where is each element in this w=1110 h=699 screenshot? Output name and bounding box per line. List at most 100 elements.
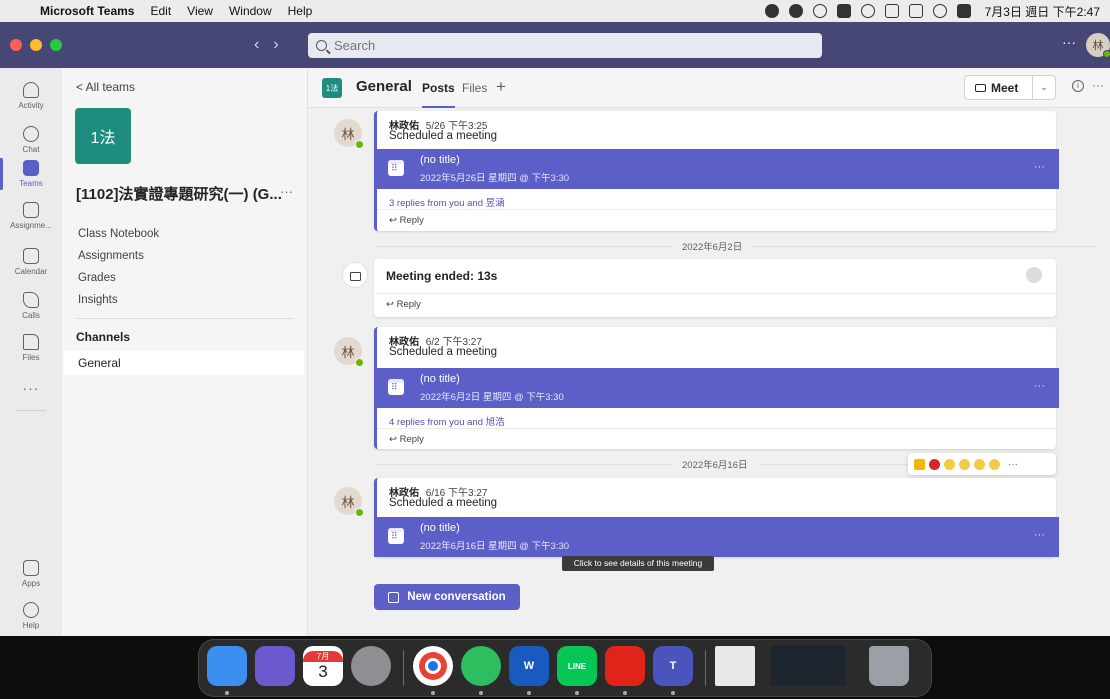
maximize-window-button[interactable]: [50, 39, 62, 51]
wifi-icon[interactable]: [908, 4, 923, 18]
team-more-options-button[interactable]: ···: [280, 184, 293, 199]
line-status-icon[interactable]: [788, 4, 803, 18]
acrobat-icon[interactable]: [605, 646, 645, 686]
date-separator: 2022年6月2日: [374, 239, 1096, 253]
rail-item-apps[interactable]: Apps: [0, 552, 62, 596]
meet-now-button[interactable]: Meet: [965, 76, 1033, 99]
search-bar[interactable]: [308, 33, 822, 58]
recording-badge-icon[interactable]: [1026, 267, 1042, 283]
menubar-clock[interactable]: 7月3日 週日 下午2:47: [985, 3, 1100, 20]
replies-summary-link[interactable]: 3 replies from you and 昱涵: [389, 195, 505, 209]
battery-icon[interactable]: [884, 4, 899, 18]
channel-more-button[interactable]: ···: [1092, 78, 1104, 92]
angry-reaction-icon[interactable]: [989, 458, 1000, 470]
trash-icon[interactable]: [869, 646, 909, 686]
menu-view[interactable]: View: [187, 4, 213, 18]
rail-more-apps-button[interactable]: ···: [0, 380, 62, 396]
add-tab-button[interactable]: +: [496, 77, 506, 97]
window-thumbnail-icon[interactable]: [771, 646, 845, 686]
meeting-card[interactable]: (no title) 2022年5月26日 星期四 @ 下午3:30 ···: [374, 149, 1059, 189]
dock-separator: [705, 650, 706, 686]
team-link-assignments[interactable]: Assignments: [78, 245, 159, 267]
rail-item-help[interactable]: Help: [0, 594, 62, 638]
spotlight-search-icon[interactable]: [932, 4, 947, 18]
running-indicator: [431, 691, 435, 695]
back-arrow-icon[interactable]: ‹: [254, 36, 273, 53]
reply-button[interactable]: ↩ Reply: [389, 434, 424, 445]
card-divider: [377, 428, 1059, 429]
sad-reaction-icon[interactable]: [974, 458, 985, 470]
post-subtitle: Scheduled a meeting: [389, 497, 498, 509]
post-author-avatar[interactable]: 林: [334, 337, 364, 367]
phone-icon: [23, 292, 39, 308]
profile-avatar[interactable]: 林: [1086, 33, 1110, 58]
team-link-class-notebook[interactable]: Class Notebook: [78, 223, 159, 245]
chrome-icon[interactable]: [413, 646, 453, 686]
laugh-reaction-icon[interactable]: [944, 458, 955, 470]
status-circle-icon[interactable]: [812, 4, 827, 18]
line-app-icon[interactable]: LINE: [557, 646, 597, 686]
menu-window[interactable]: Window: [229, 4, 272, 18]
rail-item-teams[interactable]: Teams: [0, 152, 62, 196]
surprised-reaction-icon[interactable]: [959, 458, 970, 470]
post-author-avatar[interactable]: 林: [334, 119, 364, 149]
search-input[interactable]: [334, 38, 794, 53]
document-thumbnail-icon[interactable]: [715, 646, 755, 686]
meeting-more-button[interactable]: ···: [1034, 161, 1045, 173]
avatar-initial: 林: [341, 494, 355, 510]
rail-item-calls[interactable]: Calls: [0, 284, 62, 328]
replies-summary-link[interactable]: 4 replies from you and 旭浩: [389, 414, 505, 428]
apple-logo-icon[interactable]: [10, 4, 22, 18]
avatar-initial: 林: [341, 126, 355, 142]
input-source-icon[interactable]: [836, 4, 851, 18]
evernote-icon[interactable]: [461, 646, 501, 686]
all-teams-link[interactable]: < All teams: [76, 80, 135, 94]
meet-options-chevron-icon[interactable]: ⌄: [1033, 82, 1055, 93]
posts-feed[interactable]: 林 林政佑 5/26 下午3:25 Scheduled a meeting (n…: [308, 109, 1110, 636]
meeting-card[interactable]: (no title) 2022年6月2日 星期四 @ 下午3:30 ···: [374, 368, 1059, 408]
system-preferences-icon[interactable]: [351, 646, 391, 686]
reply-button[interactable]: ↩ Reply: [386, 299, 421, 310]
status-app-icon[interactable]: [764, 4, 779, 18]
meeting-ended-video-icon: [342, 262, 368, 288]
tab-posts[interactable]: Posts: [422, 81, 455, 108]
rail-item-assignments[interactable]: Assignme...: [0, 194, 62, 238]
reactions-more-button[interactable]: ···: [1008, 459, 1018, 470]
channel-item-general[interactable]: General: [64, 351, 304, 375]
like-reaction-icon[interactable]: [914, 458, 925, 470]
minimize-window-button[interactable]: [30, 39, 42, 51]
heart-reaction-icon[interactable]: [929, 458, 940, 470]
rail-label-teams: Teams: [19, 179, 43, 188]
post-author-avatar[interactable]: 林: [334, 487, 364, 517]
meeting-more-button[interactable]: ···: [1034, 380, 1045, 392]
meeting-card[interactable]: (no title) 2022年6月16日 星期四 @ 下午3:30 ···: [374, 517, 1059, 557]
finder-icon[interactable]: [207, 646, 247, 686]
new-conversation-button[interactable]: New conversation: [374, 584, 520, 610]
word-icon[interactable]: W: [509, 646, 549, 686]
menu-help[interactable]: Help: [288, 4, 313, 18]
menu-edit[interactable]: Edit: [150, 4, 171, 18]
control-center-icon[interactable]: [956, 4, 971, 18]
close-window-button[interactable]: [10, 39, 22, 51]
team-link-insights[interactable]: Insights: [78, 289, 159, 311]
meeting-ended-card[interactable]: Meeting ended: 13s ↩ Reply: [374, 259, 1056, 317]
rail-item-files[interactable]: Files: [0, 326, 62, 370]
launchpad-icon[interactable]: [255, 646, 295, 686]
titlebar-more-button[interactable]: ···: [1062, 34, 1076, 50]
rail-item-calendar[interactable]: Calendar: [0, 240, 62, 284]
meeting-more-button[interactable]: ···: [1034, 529, 1045, 541]
time-machine-icon[interactable]: [860, 4, 875, 18]
meeting-details-tooltip: Click to see details of this meeting: [562, 556, 714, 571]
calendar-app-icon[interactable]: 7月 3: [303, 646, 343, 686]
reply-button[interactable]: ↩ Reply: [389, 215, 424, 226]
menu-app-name[interactable]: Microsoft Teams: [40, 4, 134, 18]
calendar-app-day: 3: [318, 661, 328, 681]
rail-item-activity[interactable]: Activity: [0, 74, 62, 118]
channel-info-icon[interactable]: i: [1072, 80, 1084, 92]
meeting-title: (no title): [420, 373, 460, 385]
tab-files[interactable]: Files: [462, 81, 487, 95]
forward-arrow-icon[interactable]: ›: [273, 36, 292, 53]
team-link-grades[interactable]: Grades: [78, 267, 159, 289]
macos-dock: 7月 3 W LINE T: [198, 639, 932, 697]
teams-app-icon[interactable]: T: [653, 646, 693, 686]
